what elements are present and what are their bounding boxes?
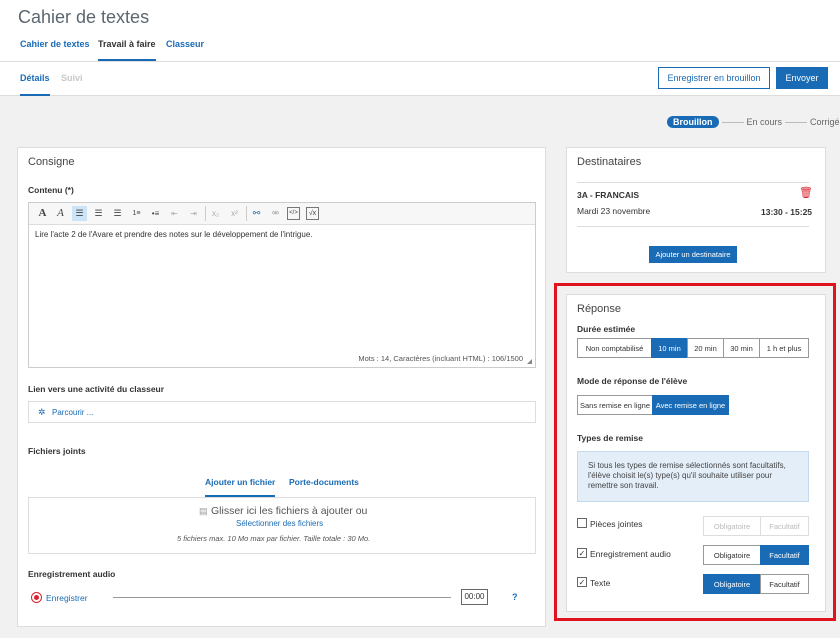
- step-en-cours: En cours: [746, 117, 783, 127]
- help-icon[interactable]: ?: [512, 592, 518, 602]
- audio-progress-track[interactable]: [113, 597, 451, 598]
- rich-text-editor[interactable]: A A ☰ ☰ ☰ 1≡ •≡ ⇤ ⇥ x₂ x² ⚯ ⚮ </> √x Lir…: [28, 202, 536, 368]
- step-brouillon: Brouillon: [667, 116, 719, 128]
- session-time: 13:30 - 15:25: [761, 207, 813, 217]
- browse-link[interactable]: Parcourir ...: [52, 408, 93, 417]
- consigne-title: Consigne: [28, 156, 75, 168]
- browse-icon: ✲: [38, 407, 46, 417]
- record-dot: [34, 595, 39, 600]
- content-label: Contenu (*): [28, 185, 74, 195]
- align-left-icon[interactable]: ☰: [72, 206, 87, 221]
- record-icon[interactable]: [31, 592, 42, 603]
- step-connector: [785, 121, 808, 123]
- font-size-icon[interactable]: A: [35, 206, 50, 221]
- font-style-icon[interactable]: A: [53, 206, 68, 221]
- character-count: Mots : 14, Caractères (incluant HTML) : …: [358, 354, 523, 363]
- toolbar-separator: [246, 206, 247, 221]
- activity-link-box[interactable]: ✲ Parcourir ...: [28, 401, 536, 423]
- formula-icon[interactable]: √x: [306, 207, 319, 220]
- source-code-icon[interactable]: </>: [287, 207, 300, 220]
- file-icon: ▤: [199, 506, 208, 516]
- editor-toolbar: A A ☰ ☰ ☰ 1≡ •≡ ⇤ ⇥ x₂ x² ⚯ ⚮ </> √x: [29, 203, 535, 225]
- tab-travail-a-faire[interactable]: Travail à faire: [98, 39, 156, 61]
- file-drop-zone[interactable]: ▤ Glisser ici les fichiers à ajouter ou …: [28, 497, 536, 554]
- step-connector: [721, 121, 744, 123]
- align-center-icon[interactable]: ☰: [91, 206, 106, 221]
- add-recipient-button[interactable]: Ajouter un destinataire: [649, 246, 737, 263]
- record-button[interactable]: Enregistrer: [46, 593, 88, 603]
- outdent-icon[interactable]: ⇤: [167, 206, 182, 221]
- align-right-icon[interactable]: ☰: [110, 206, 125, 221]
- class-name: 3A - FRANCAIS: [577, 190, 640, 200]
- session-date: Mardi 23 novembre: [577, 206, 651, 216]
- destinataires-title: Destinataires: [577, 156, 642, 168]
- highlight-frame: [554, 283, 836, 621]
- unlink-icon[interactable]: ⚮: [268, 206, 283, 221]
- divider: [577, 182, 809, 183]
- superscript-icon[interactable]: x²: [227, 206, 242, 221]
- tab-add-file[interactable]: Ajouter un fichier: [205, 477, 276, 497]
- attached-files-label: Fichiers joints: [28, 446, 86, 456]
- tab-porte-documents[interactable]: Porte-documents: [289, 477, 359, 487]
- resize-handle-icon[interactable]: [527, 359, 532, 364]
- send-button[interactable]: Envoyer: [776, 67, 828, 89]
- app-header: Cahier de textes Cahier de textes Travai…: [0, 0, 840, 62]
- bullet-list-icon[interactable]: •≡: [148, 206, 163, 221]
- tab-details[interactable]: Détails: [20, 73, 50, 96]
- select-files-link[interactable]: Sélectionner des fichiers: [236, 519, 323, 528]
- step-corrige: Corrigé: [810, 117, 840, 127]
- app-title: Cahier de textes: [18, 7, 150, 27]
- editor-content[interactable]: Lire l'acte 2 de l'Avare et prendre des …: [35, 230, 313, 239]
- tab-suivi[interactable]: Suivi: [61, 73, 83, 96]
- tab-classeur[interactable]: Classeur: [166, 39, 204, 61]
- link-activity-label: Lien vers une activité du classeur: [28, 384, 165, 394]
- drop-text: Glisser ici les fichiers à ajouter ou: [211, 505, 368, 517]
- tab-cahier-de-textes[interactable]: Cahier de textes: [20, 39, 90, 61]
- status-steps: Brouillon En cours Corrigé: [667, 116, 840, 128]
- link-icon[interactable]: ⚯: [249, 206, 264, 221]
- audio-time: 00:00: [461, 589, 488, 605]
- files-limits: 5 fichiers max. 10 Mo max par fichier. T…: [177, 534, 371, 543]
- ordered-list-icon[interactable]: 1≡: [129, 206, 144, 221]
- divider: [577, 226, 809, 227]
- delete-icon[interactable]: 🗑: [799, 186, 813, 199]
- subscript-icon[interactable]: x₂: [208, 206, 223, 221]
- save-draft-button[interactable]: Enregistrer en brouillon: [658, 67, 770, 89]
- toolbar-separator: [205, 206, 206, 221]
- indent-icon[interactable]: ⇥: [186, 206, 201, 221]
- audio-label: Enregistrement audio: [28, 569, 116, 579]
